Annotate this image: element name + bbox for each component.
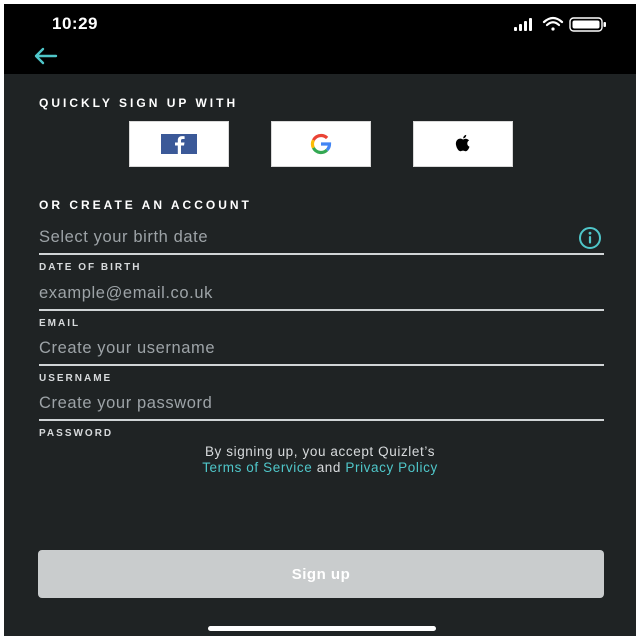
terms-of-service-link[interactable]: Terms of Service	[202, 460, 312, 475]
signup-screen: 10:29 QUICKLY SIGN UP WITH OR CREATE AN …	[4, 4, 636, 636]
back-arrow-icon	[34, 47, 58, 65]
terms-notice: By signing up, you accept Quizlet’s Term…	[4, 444, 636, 476]
birth-date-field: DATE OF BIRTH	[39, 225, 604, 273]
username-field: USERNAME	[39, 336, 604, 384]
email-label: EMAIL	[39, 318, 81, 329]
facebook-icon	[161, 134, 197, 154]
google-signup-button[interactable]	[271, 121, 371, 167]
birth-date-input[interactable]	[39, 225, 604, 255]
back-button[interactable]	[30, 44, 60, 68]
password-field: PASSWORD	[39, 391, 604, 439]
terms-links-line: Terms of Service and Privacy Policy	[4, 460, 636, 476]
status-icons	[514, 14, 614, 34]
username-input[interactable]	[39, 336, 604, 366]
privacy-policy-link[interactable]: Privacy Policy	[345, 460, 437, 475]
info-icon[interactable]	[578, 226, 602, 250]
google-icon	[310, 133, 332, 155]
apple-signup-button[interactable]	[413, 121, 513, 167]
status-time: 10:29	[52, 14, 98, 33]
facebook-signup-button[interactable]	[129, 121, 229, 167]
apple-icon	[455, 134, 470, 152]
username-label: USERNAME	[39, 373, 113, 384]
home-indicator	[208, 626, 436, 631]
top-bar: 10:29	[4, 4, 636, 74]
social-signup-title: QUICKLY SIGN UP WITH	[39, 96, 239, 110]
sign-up-button[interactable]: Sign up	[38, 550, 604, 598]
terms-conjunction: and	[316, 460, 342, 475]
password-label: PASSWORD	[39, 428, 114, 439]
terms-prefix: By signing up, you accept Quizlet’s	[204, 444, 436, 459]
email-input[interactable]	[39, 281, 604, 311]
wifi-icon	[542, 16, 564, 31]
battery-icon	[569, 17, 606, 32]
email-field: EMAIL	[39, 281, 604, 329]
birth-date-label: DATE OF BIRTH	[39, 262, 142, 273]
signal-icon	[514, 18, 532, 31]
password-input[interactable]	[39, 391, 604, 421]
create-account-title: OR CREATE AN ACCOUNT	[39, 198, 252, 212]
